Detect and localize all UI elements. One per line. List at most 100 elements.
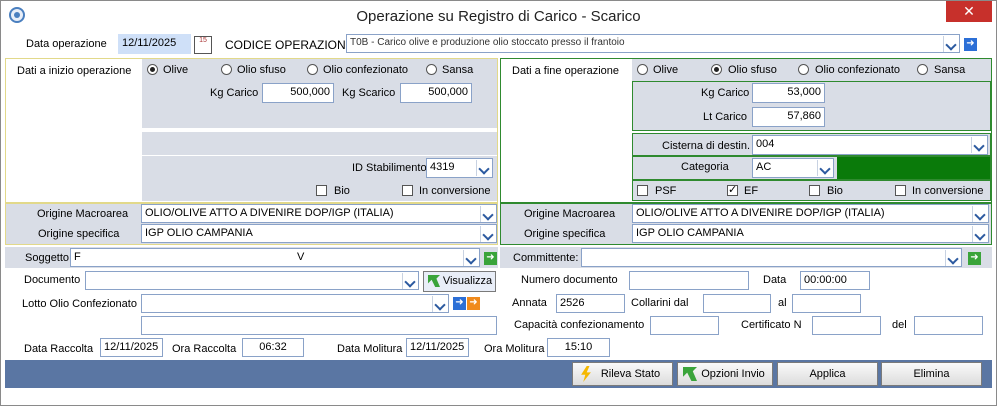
lotto-description-field[interactable] bbox=[141, 316, 497, 335]
fine-lt-carico-field[interactable]: 57,860 bbox=[752, 107, 825, 127]
documento-label: Documento bbox=[24, 274, 81, 286]
go-arrow-icon[interactable]: ➜ bbox=[964, 38, 977, 51]
close-button[interactable]: ✕ bbox=[946, 1, 992, 22]
ef-checkbox[interactable]: ✓ bbox=[727, 185, 738, 196]
del-label: del bbox=[892, 319, 907, 331]
applica-button[interactable]: Applica bbox=[777, 362, 878, 386]
ora-molitura-label: Ora Molitura bbox=[484, 343, 545, 355]
inizio-bio-checkbox[interactable] bbox=[316, 185, 327, 196]
chevron-down-icon bbox=[476, 160, 491, 176]
data-raccolta-label: Data Raccolta bbox=[24, 343, 94, 355]
chevron-down-icon bbox=[945, 250, 960, 266]
data-raccolta-field[interactable]: 12/11/2025 bbox=[100, 338, 163, 357]
chevron-down-icon bbox=[972, 206, 987, 222]
radio-inizio-olio-confezionato[interactable] bbox=[307, 64, 318, 75]
fine-in-conversione-checkbox[interactable] bbox=[895, 185, 906, 196]
arrow-up-left-icon bbox=[428, 275, 440, 287]
soggetto-code: F bbox=[74, 251, 81, 263]
fine-kg-carico-field[interactable]: 53,000 bbox=[752, 83, 825, 103]
data-molitura-field[interactable]: 12/11/2025 bbox=[406, 338, 469, 357]
origine-macroarea-right-select[interactable]: OLIO/OLIVE ATTO A DIVENIRE DOP/IGP (ITAL… bbox=[632, 204, 989, 223]
collarini-dal-label: Collarini dal bbox=[631, 297, 689, 309]
numero-documento-field[interactable] bbox=[629, 271, 749, 290]
radio-inizio-olive[interactable] bbox=[147, 64, 158, 75]
calendar-icon[interactable]: 15 bbox=[194, 36, 212, 54]
origine-specifica-right-value: IGP OLIO CAMPANIA bbox=[636, 227, 744, 239]
soggetto-go-icon[interactable]: ➜ bbox=[484, 252, 497, 265]
ora-raccolta-label: Ora Raccolta bbox=[172, 343, 237, 355]
codice-operazione-value: T0B - Carico olive e produzione olio sto… bbox=[350, 37, 625, 48]
categoria-select[interactable]: AC bbox=[752, 158, 834, 178]
origine-specifica-right-select[interactable]: IGP OLIO CAMPANIA bbox=[632, 224, 989, 243]
radio-inizio-sansa[interactable] bbox=[426, 64, 437, 75]
annata-label: Annata bbox=[512, 297, 547, 309]
radio-inizio-olio-sfuso-label: Olio sfuso bbox=[237, 64, 286, 76]
soggetto-select[interactable]: FV bbox=[70, 248, 480, 267]
rileva-stato-button[interactable]: Rileva Stato bbox=[572, 362, 673, 386]
certificato-field[interactable] bbox=[812, 316, 881, 335]
psf-checkbox[interactable] bbox=[637, 185, 648, 196]
radio-fine-sansa[interactable] bbox=[917, 64, 928, 75]
collarini-al-label: al bbox=[778, 297, 787, 309]
fine-bio-checkbox[interactable] bbox=[809, 185, 820, 196]
inizio-kg-carico-field[interactable]: 500,000 bbox=[262, 83, 334, 103]
capacita-field[interactable] bbox=[650, 316, 719, 335]
committente-go-icon[interactable]: ➜ bbox=[968, 252, 981, 265]
lightning-icon bbox=[581, 366, 591, 382]
certificato-label: Certificato N bbox=[741, 319, 802, 331]
del-field[interactable] bbox=[914, 316, 983, 335]
data-field[interactable]: 00:00:00 bbox=[800, 271, 870, 290]
lotto-go-icon[interactable]: ➜ bbox=[453, 297, 466, 310]
codice-operazione-select[interactable]: T0B - Carico olive e produzione olio sto… bbox=[346, 34, 960, 53]
fine-in-conversione-label: In conversione bbox=[912, 185, 984, 197]
ef-label: EF bbox=[744, 185, 759, 197]
annata-field[interactable]: 2526 bbox=[556, 294, 625, 313]
collarini-al-field[interactable] bbox=[792, 294, 861, 313]
chevron-down-icon bbox=[817, 160, 832, 176]
ora-molitura-field[interactable]: 15:10 bbox=[547, 338, 610, 357]
ora-raccolta-field[interactable]: 06:32 bbox=[242, 338, 304, 357]
radio-inizio-olio-sfuso[interactable] bbox=[221, 64, 232, 75]
documento-select[interactable] bbox=[85, 271, 419, 290]
chevron-down-icon bbox=[402, 273, 417, 289]
origine-macroarea-right-label: Origine Macroarea bbox=[524, 208, 616, 220]
chevron-down-icon bbox=[432, 296, 447, 312]
radio-inizio-olio-confezionato-label: Olio confezionato bbox=[323, 64, 408, 76]
id-stabilimento-value: 4319 bbox=[430, 161, 455, 173]
fine-lt-carico-label: Lt Carico bbox=[703, 111, 748, 123]
psf-label: PSF bbox=[655, 185, 677, 197]
soggetto-name: V bbox=[297, 251, 305, 263]
id-stabilimento-select[interactable]: 4319 bbox=[426, 158, 493, 178]
collarini-dal-field[interactable] bbox=[703, 294, 771, 313]
data-operazione-field[interactable]: 12/11/2025 bbox=[118, 34, 191, 54]
origine-macroarea-left-select[interactable]: OLIO/OLIVE ATTO A DIVENIRE DOP/IGP (ITAL… bbox=[141, 204, 497, 223]
committente-select[interactable] bbox=[581, 248, 962, 267]
data-label: Data bbox=[763, 274, 787, 286]
visualizza-button[interactable]: Visualizza bbox=[423, 271, 496, 292]
categoria-value: AC bbox=[756, 161, 772, 173]
inizio-kg-scarico-field[interactable]: 500,000 bbox=[400, 83, 472, 103]
lotto-orange-go-icon[interactable]: ➜ bbox=[467, 297, 480, 310]
radio-fine-olio-confezionato-label: Olio confezionato bbox=[815, 64, 900, 76]
elimina-button[interactable]: Elimina bbox=[881, 362, 982, 386]
chevron-down-icon bbox=[480, 206, 495, 222]
committente-label: Committente: bbox=[513, 252, 579, 264]
chevron-down-icon bbox=[943, 36, 958, 52]
capacita-label: Capacità confezionamento bbox=[514, 319, 645, 331]
radio-fine-olive[interactable] bbox=[637, 64, 648, 75]
origine-macroarea-right-value: OLIO/OLIVE ATTO A DIVENIRE DOP/IGP (ITAL… bbox=[636, 207, 885, 219]
inizio-in-conversione-checkbox[interactable] bbox=[402, 185, 413, 196]
cisterna-select[interactable]: 004 bbox=[752, 135, 988, 155]
soggetto-label: Soggetto: bbox=[25, 252, 73, 264]
lotto-select[interactable] bbox=[141, 294, 449, 313]
radio-fine-olio-confezionato[interactable] bbox=[798, 64, 809, 75]
origine-macroarea-left-value: OLIO/OLIVE ATTO A DIVENIRE DOP/IGP (ITAL… bbox=[145, 207, 394, 219]
radio-fine-olive-label: Olive bbox=[653, 64, 679, 76]
codice-operazione-label: CODICE OPERAZIONE: bbox=[225, 38, 358, 52]
opzioni-invio-button[interactable]: Opzioni Invio bbox=[677, 362, 773, 386]
radio-fine-olio-sfuso[interactable] bbox=[711, 64, 722, 75]
data-molitura-label: Data Molitura bbox=[337, 343, 403, 355]
inizio-kg-carico-label: Kg Carico bbox=[210, 87, 259, 99]
origine-specifica-left-select[interactable]: IGP OLIO CAMPANIA bbox=[141, 224, 497, 243]
main-window: Operazione su Registro di Carico - Scari… bbox=[0, 0, 997, 406]
